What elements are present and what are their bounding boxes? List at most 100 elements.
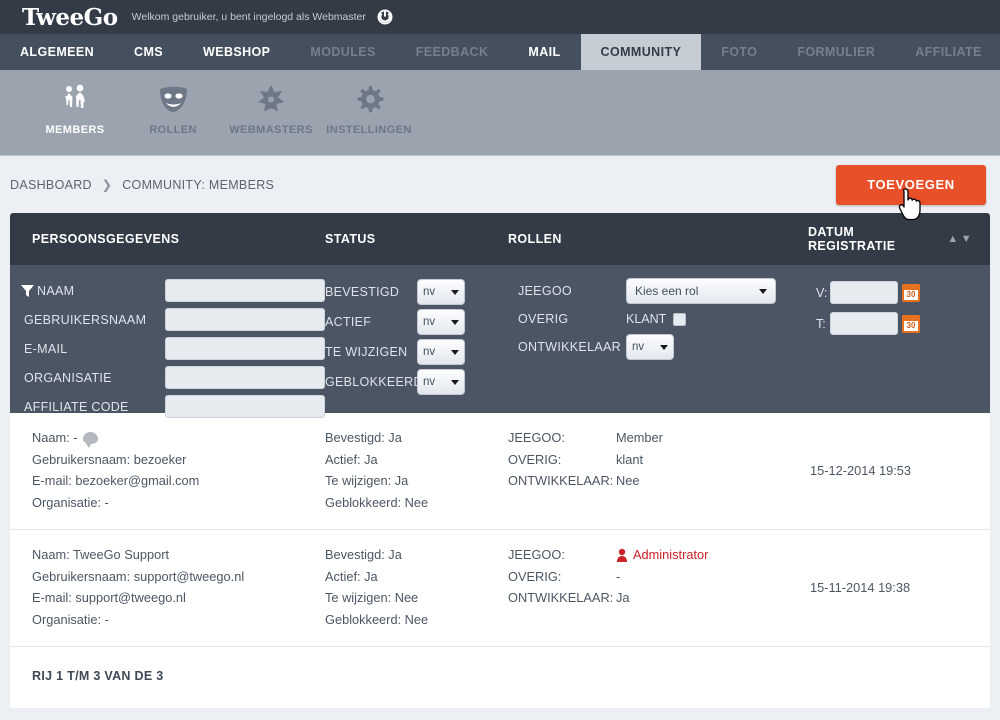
row-roles-cell: JEEGOO: Administrator OVERIG: - ONTWIKKE… xyxy=(508,544,808,630)
filter-date-from-label: V: xyxy=(816,285,828,300)
row-date-cell: 15-12-2014 19:53 xyxy=(810,462,912,478)
calendar-icon[interactable]: 30 xyxy=(902,283,920,302)
filter-organisatie-input[interactable] xyxy=(165,366,325,389)
row-jeegoo-value: Member xyxy=(616,430,663,445)
filter-jeegoo-select[interactable]: Kies een rol xyxy=(626,278,776,304)
row-overig-label: OVERIG: xyxy=(508,451,562,467)
filter-email-input[interactable] xyxy=(165,337,325,360)
filter-email-row: E-MAIL xyxy=(20,335,325,362)
subnav-item-rollen[interactable]: ROLLEN xyxy=(124,70,222,136)
filter-gebruikersnaam-input[interactable] xyxy=(165,308,325,331)
chevron-down-icon xyxy=(759,288,767,294)
filter-date-to-row: T: 30 xyxy=(816,308,990,339)
calendar-icon-day: 30 xyxy=(904,320,918,331)
filter-affiliate-code-label: AFFILIATE CODE xyxy=(24,399,129,414)
calendar-icon[interactable]: 30 xyxy=(902,314,920,333)
funnel-icon[interactable] xyxy=(20,284,35,298)
subnav-label-rollen: ROLLEN xyxy=(149,124,197,136)
filter-klant-checkbox[interactable] xyxy=(673,312,687,326)
tab-affiliate[interactable]: AFFILIATE xyxy=(895,34,1000,70)
row-status-cell: Bevestigd: Ja Actief: Ja Te wijzigen: Ja… xyxy=(325,427,508,513)
filter-te-wijzigen-row: TE WIJZIGEN nv xyxy=(325,337,508,367)
power-icon[interactable] xyxy=(376,8,395,27)
sort-ascending-icon[interactable]: ▲ xyxy=(947,233,958,245)
table-row[interactable]: Naam: - Gebruikersnaam: bezoeker E-mail:… xyxy=(10,413,990,530)
filter-overig-row: OVERIG KLANT xyxy=(518,305,808,333)
filter-date-to-label: T: xyxy=(816,316,826,331)
row-email: E-mail: bezoeker@gmail.com xyxy=(32,473,200,488)
filter-date-from-input[interactable] xyxy=(830,281,898,304)
column-header-rollen[interactable]: ROLLEN xyxy=(508,232,808,246)
tab-feedback[interactable]: FEEDBACK xyxy=(396,34,509,70)
row-jeegoo-value: Administrator xyxy=(633,547,709,562)
filter-geblokkeerd-value: nv xyxy=(423,376,436,388)
subnav-item-webmasters[interactable]: WEBMASTERS xyxy=(222,70,320,136)
row-gebruikersnaam: Gebruikersnaam: bezoeker xyxy=(32,451,187,467)
filter-bevestigd-row: BEVESTIGD nv xyxy=(325,277,508,307)
subnav-label-webmasters: WEBMASTERS xyxy=(229,124,313,136)
filter-actief-value: nv xyxy=(423,316,436,328)
tab-formulier[interactable]: FORMULIER xyxy=(777,34,895,70)
row-date-cell: 15-11-2014 19:38 xyxy=(810,579,911,595)
row-email: E-mail: support@tweego.nl xyxy=(32,590,186,605)
sort-controls[interactable]: ▲ ▼ xyxy=(947,233,972,245)
tab-foto[interactable]: FOTO xyxy=(701,34,777,70)
filter-ontwikkelaar-label: ONTWIKKELAAR xyxy=(518,340,621,354)
tab-algemeen[interactable]: ALGEMEEN xyxy=(0,34,114,70)
app-header: TweeGo Welkom gebruiker, u bent ingelogd… xyxy=(0,0,1000,34)
row-count-label: RIJ 1 T/M 3 VAN DE 3 xyxy=(32,669,164,683)
filter-gebruikersnaam-row: GEBRUIKERSNAAM xyxy=(20,306,325,333)
filter-te-wijzigen-select[interactable]: nv xyxy=(417,339,465,365)
table-header-row: PERSOONSGEGEVENS STATUS ROLLEN DATUM REG… xyxy=(10,213,990,265)
table-row[interactable]: Naam: TweeGo Support Gebruikersnaam: sup… xyxy=(10,530,990,647)
chevron-down-icon xyxy=(451,349,459,355)
breadcrumb-separator-icon: ❯ xyxy=(101,178,113,192)
column-header-persoonsgegevens[interactable]: PERSOONSGEGEVENS xyxy=(10,232,325,246)
filter-date-column: V: 30 T: 30 xyxy=(808,265,990,413)
tab-cms[interactable]: CMS xyxy=(114,34,183,70)
row-personal-cell: Naam: TweeGo Support Gebruikersnaam: sup… xyxy=(10,544,325,630)
filter-geblokkeerd-select[interactable]: nv xyxy=(417,369,465,395)
row-ontwikkelaar-label: ONTWIKKELAAR: xyxy=(508,473,614,488)
tab-webshop[interactable]: WEBSHOP xyxy=(183,34,290,70)
filter-affiliate-code-input[interactable] xyxy=(165,395,325,418)
filter-bevestigd-select[interactable]: nv xyxy=(417,279,465,305)
filter-naam-label-group: NAAM xyxy=(20,284,165,298)
row-geblokkeerd: Geblokkeerd: Nee xyxy=(325,611,429,627)
filter-date-to-input[interactable] xyxy=(830,312,898,335)
filter-jeegoo-label: JEEGOO xyxy=(518,284,572,298)
filter-naam-row: NAAM xyxy=(20,277,325,304)
filter-row: NAAM GEBRUIKERSNAAM E-MAIL ORGANISATIE A… xyxy=(10,265,990,418)
column-header-datum-registratie[interactable]: DATUM REGISTRATIE ▲ ▼ xyxy=(808,225,990,253)
filter-gebruikersnaam-label: GEBRUIKERSNAAM xyxy=(24,312,147,327)
column-header-status[interactable]: STATUS xyxy=(325,232,508,246)
filter-personal-column: NAAM GEBRUIKERSNAAM E-MAIL ORGANISATIE A… xyxy=(10,265,325,418)
filter-ontwikkelaar-select[interactable]: nv xyxy=(626,334,674,360)
filter-email-label: E-MAIL xyxy=(24,341,68,356)
chevron-down-icon xyxy=(660,344,668,350)
add-button[interactable]: TOEVOEGEN xyxy=(836,164,986,205)
comment-bubble-icon[interactable] xyxy=(82,431,98,448)
filter-actief-select[interactable]: nv xyxy=(417,309,465,335)
subnav-item-members[interactable]: MEMBERS xyxy=(26,70,124,136)
chevron-down-icon xyxy=(451,289,459,295)
tab-modules[interactable]: MODULES xyxy=(290,34,395,70)
chevron-down-icon xyxy=(451,379,459,385)
row-naam-text: Naam: - xyxy=(32,430,78,445)
row-actief: Actief: Ja xyxy=(325,451,378,467)
breadcrumb-dashboard[interactable]: DASHBOARD xyxy=(10,178,92,192)
filter-klant-group: KLANT xyxy=(626,312,687,326)
tab-mail[interactable]: MAIL xyxy=(508,34,580,70)
filter-geblokkeerd-label: GEBLOKKEERD xyxy=(325,375,423,389)
filter-bevestigd-label: BEVESTIGD xyxy=(325,285,400,299)
row-te-wijzigen: Te wijzigen: Nee xyxy=(325,590,419,605)
filter-actief-row: ACTIEF nv xyxy=(325,307,508,337)
breadcrumb-current: COMMUNITY: MEMBERS xyxy=(122,178,275,192)
subnav-label-members: MEMBERS xyxy=(45,124,105,136)
tab-community[interactable]: COMMUNITY xyxy=(580,34,702,70)
filter-actief-label: ACTIEF xyxy=(325,315,372,329)
sort-descending-icon[interactable]: ▼ xyxy=(961,233,972,245)
filter-naam-input[interactable] xyxy=(165,279,325,302)
filter-jeegoo-row: JEEGOO Kies een rol xyxy=(518,277,808,305)
subnav-item-instellingen[interactable]: INSTELLINGEN xyxy=(320,70,418,136)
